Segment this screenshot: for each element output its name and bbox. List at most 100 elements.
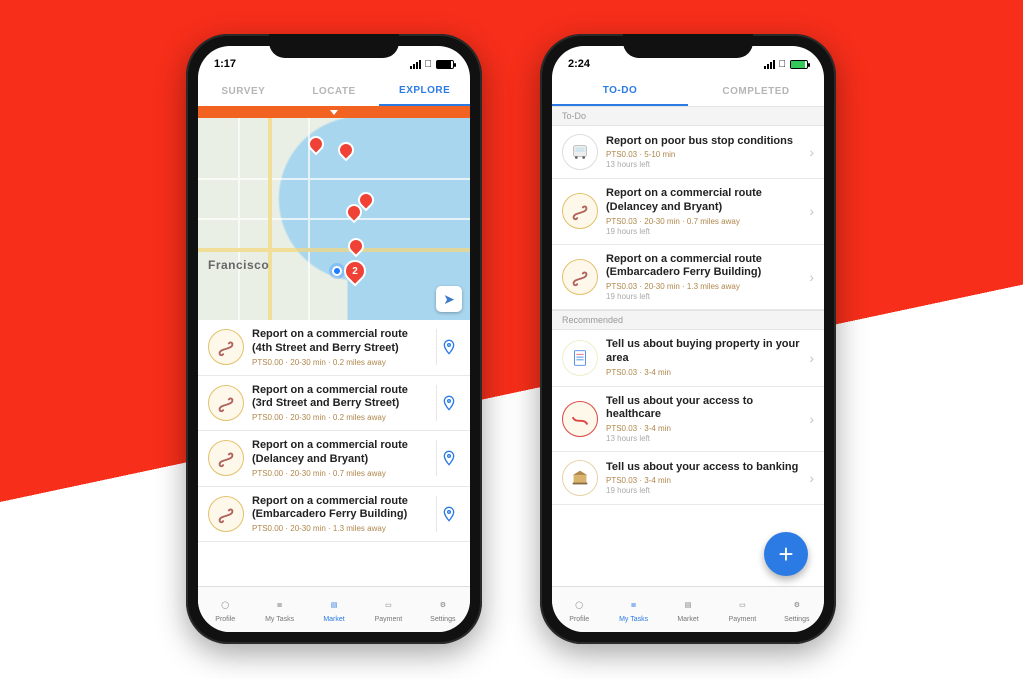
list-item-title: Report on a commercial route (4th Street… bbox=[252, 328, 428, 356]
market-icon: ▤ bbox=[679, 596, 697, 614]
bus-icon bbox=[562, 134, 598, 170]
phone-frame-left: 1:17 􀙇 SURVEY LOCATE EXPLORE Francisco bbox=[186, 34, 482, 644]
add-button[interactable]: + bbox=[764, 532, 808, 576]
list-item-time: 13 hours left bbox=[606, 434, 801, 443]
list-item-time: 13 hours left bbox=[606, 160, 801, 169]
tab-mytasks[interactable]: ≣ My Tasks bbox=[606, 587, 660, 632]
tab-completed[interactable]: COMPLETED bbox=[688, 76, 824, 106]
map-city-label: Francisco bbox=[208, 258, 269, 272]
locate-me-button[interactable]: ➤ bbox=[436, 286, 462, 312]
tab-market[interactable]: ▤ Market bbox=[661, 587, 715, 632]
map-pin[interactable] bbox=[335, 139, 358, 162]
list-item-meta: PTS0.03 · 3-4 min bbox=[606, 476, 801, 485]
payment-icon: ▭ bbox=[379, 596, 397, 614]
tab-label: My Tasks bbox=[265, 616, 294, 623]
tab-label: Payment bbox=[375, 616, 403, 623]
tab-label: Payment bbox=[729, 616, 757, 623]
list-item[interactable]: Report on a commercial route (Embarcader… bbox=[552, 245, 824, 311]
profile-icon: ◯ bbox=[570, 596, 588, 614]
tab-profile[interactable]: ◯ Profile bbox=[198, 587, 252, 632]
list-item[interactable]: Tell us about your access to banking PTS… bbox=[552, 452, 824, 505]
tasks-icon: ≣ bbox=[271, 596, 289, 614]
list-item-title: Report on a commercial route (Delancey a… bbox=[606, 187, 801, 215]
list-item-time: 19 hours left bbox=[606, 227, 801, 236]
tab-label: Profile bbox=[215, 616, 235, 623]
list-item[interactable]: Report on a commercial route (Embarcader… bbox=[198, 487, 470, 543]
list-item-time: 19 hours left bbox=[606, 292, 801, 301]
chevron-down-icon bbox=[330, 110, 338, 115]
list-item-title: Report on a commercial route (Embarcader… bbox=[252, 495, 428, 523]
list-item-meta: PTS0.03 · 20-30 min · 0.7 miles away bbox=[606, 217, 801, 226]
tab-payment[interactable]: ▭ Payment bbox=[361, 587, 415, 632]
phone-frame-right: 2:24 􀙇 TO-DO COMPLETED To-Do Report on p… bbox=[540, 34, 836, 644]
tab-market[interactable]: ▤Market bbox=[307, 587, 361, 632]
section-header-recommended: Recommended bbox=[552, 310, 824, 330]
tab-label: Market bbox=[677, 616, 698, 623]
route-icon bbox=[562, 193, 598, 229]
battery-icon bbox=[790, 60, 808, 69]
tab-payment[interactable]: ▭Payment bbox=[715, 587, 769, 632]
pin-action[interactable] bbox=[436, 329, 460, 365]
status-time: 1:17 bbox=[214, 58, 236, 70]
tasks-icon: ≣ bbox=[625, 596, 643, 614]
tab-survey[interactable]: SURVEY bbox=[198, 76, 289, 106]
tab-explore[interactable]: EXPLORE bbox=[379, 76, 470, 106]
chevron-right-icon: › bbox=[809, 350, 814, 366]
bottom-tabbar: ◯Profile ≣ My Tasks ▤ Market ▭Payment ⚙ Set… bbox=[552, 586, 824, 632]
list-item[interactable]: Report on a commercial route (Delancey a… bbox=[198, 431, 470, 487]
section-header-todo: To-Do bbox=[552, 106, 824, 126]
tab-locate[interactable]: LOCATE bbox=[289, 76, 380, 106]
list-item[interactable]: Tell us about your access to healthcare … bbox=[552, 387, 824, 453]
bottom-tabbar: ◯ Profile ≣ My Tasks ▤Market ▭ Payment ⚙Set… bbox=[198, 586, 470, 632]
gear-icon: ⚙ bbox=[434, 596, 452, 614]
chevron-right-icon: › bbox=[809, 203, 814, 219]
tab-settings[interactable]: ⚙ Settings bbox=[770, 587, 824, 632]
signal-icon bbox=[410, 60, 421, 69]
healthcare-icon bbox=[562, 401, 598, 437]
pin-action[interactable] bbox=[436, 496, 460, 532]
list-item-title: Report on a commercial route (Delancey a… bbox=[252, 439, 428, 467]
list-item-title: Tell us about your access to healthcare bbox=[606, 395, 801, 423]
list-item-text: Report on a commercial route (4th Street… bbox=[252, 328, 428, 367]
profile-icon: ◯ bbox=[216, 596, 234, 614]
map-view[interactable]: Francisco ➤ bbox=[198, 118, 470, 320]
task-list: Report on a commercial route (4th Street… bbox=[198, 320, 470, 586]
pin-action[interactable] bbox=[436, 385, 460, 421]
list-item-meta: PTS0.03 · 5-10 min bbox=[606, 150, 801, 159]
list-item-meta: PTS0.00 · 20-30 min · 1.3 miles away bbox=[252, 524, 428, 533]
gear-icon: ⚙ bbox=[788, 596, 806, 614]
list-item-meta: PTS0.03 · 3-4 min bbox=[606, 424, 801, 433]
map-pin[interactable] bbox=[305, 133, 328, 156]
list-item-meta: PTS0.00 · 20-30 min · 0.7 miles away bbox=[252, 469, 428, 478]
route-icon bbox=[208, 440, 244, 476]
tab-todo[interactable]: TO-DO bbox=[552, 76, 688, 106]
tab-settings[interactable]: ⚙Settings bbox=[416, 587, 470, 632]
route-icon bbox=[208, 329, 244, 365]
list-item-text: Report on a commercial route (Delancey a… bbox=[606, 187, 801, 236]
pin-action[interactable] bbox=[436, 440, 460, 476]
list-item-title: Report on a commercial route (3rd Street… bbox=[252, 384, 428, 412]
collapse-strip[interactable] bbox=[198, 106, 470, 118]
list-item-meta: PTS0.03 · 20-30 min · 1.3 miles away bbox=[606, 282, 801, 291]
wifi-icon: 􀙇 bbox=[779, 59, 787, 70]
list-item[interactable]: Report on poor bus stop conditions PTS0.… bbox=[552, 126, 824, 179]
tab-label: Market bbox=[323, 616, 344, 623]
wifi-icon: 􀙇 bbox=[425, 59, 433, 70]
list-item[interactable]: Report on a commercial route (3rd Street… bbox=[198, 376, 470, 432]
tab-label: My Tasks bbox=[619, 616, 648, 623]
list-item[interactable]: Report on a commercial route (4th Street… bbox=[198, 320, 470, 376]
list-item[interactable]: Report on a commercial route (Delancey a… bbox=[552, 179, 824, 245]
tab-profile[interactable]: ◯Profile bbox=[552, 587, 606, 632]
list-item-meta: PTS0.00 · 20-30 min · 0.2 miles away bbox=[252, 358, 428, 367]
list-item-text: Report on a commercial route (Embarcader… bbox=[606, 253, 801, 302]
map-pin[interactable] bbox=[345, 235, 368, 258]
tab-mytasks[interactable]: ≣ My Tasks bbox=[252, 587, 306, 632]
list-item-text: Report on a commercial route (Delancey a… bbox=[252, 439, 428, 478]
plus-icon: + bbox=[778, 539, 793, 570]
screen-left: 1:17 􀙇 SURVEY LOCATE EXPLORE Francisco bbox=[198, 46, 470, 632]
list-item-meta: PTS0.00 · 20-30 min · 0.2 miles away bbox=[252, 413, 428, 422]
tab-label: Settings bbox=[784, 616, 809, 623]
top-tabs: SURVEY LOCATE EXPLORE bbox=[198, 76, 470, 106]
list-item[interactable]: Tell us about buying property in your ar… bbox=[552, 330, 824, 387]
map-pin-cluster[interactable] bbox=[339, 255, 370, 286]
